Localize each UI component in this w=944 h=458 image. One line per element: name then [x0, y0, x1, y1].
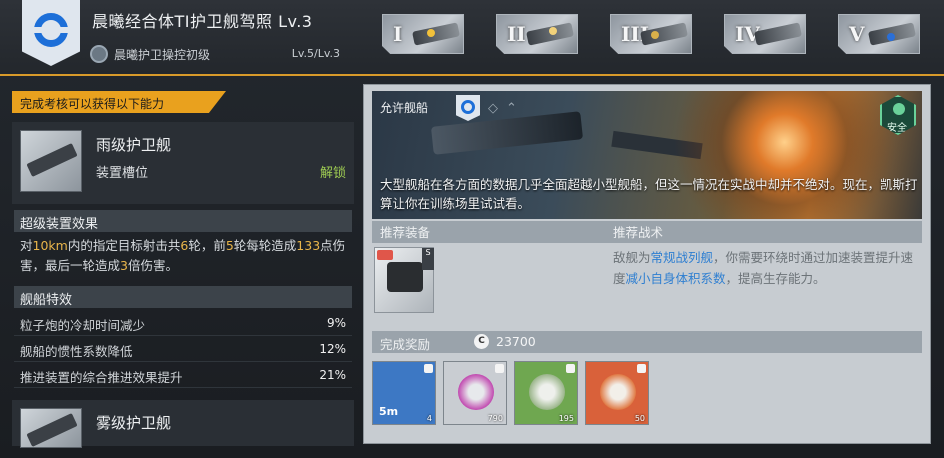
desc-text: 倍伤害。	[127, 258, 178, 273]
slot-label: 装置槽位	[96, 166, 149, 181]
tactic-text: 敌舰为常规战列舰，你需要环绕时通过加速装置提升速度减小自身体积系数，提高生存能力…	[613, 247, 925, 289]
tier-numeral: II	[507, 22, 526, 46]
reward-header-bar	[372, 331, 922, 353]
header-bar: 晨曦经合体TI护卫舰驾照 Lv.3 晨曦护卫操控初级 Lv.5/Lv.3 I I…	[0, 0, 944, 76]
ship-name: 雨级护卫舰	[96, 136, 172, 154]
desc-value: 133	[296, 238, 321, 253]
trait-label: 推进装置的综合推进效果提升	[20, 370, 183, 385]
mission-panel: 允许舰船 ◇ ⌃ 安全 大型舰船在各方面的数据几乎全面超越小型舰船，但这一情况在…	[363, 84, 931, 444]
tier-tab-2[interactable]: II	[496, 14, 578, 54]
tactic-plain: ，提高生存能力。	[725, 271, 826, 286]
license-title: 晨曦经合体TI护卫舰驾照 Lv.3	[92, 12, 313, 31]
desc-text: 轮，前	[188, 238, 226, 253]
desc-value: 5	[225, 238, 234, 253]
reward-item[interactable]: 195	[514, 361, 578, 425]
desc-value: 10km	[32, 238, 68, 253]
tactic-highlight: 常规战列舰	[650, 250, 714, 265]
lock-icon	[637, 364, 646, 373]
ship-traits-heading: 舰船特效	[14, 286, 352, 308]
chevron-up-icon[interactable]: ⌃	[506, 101, 517, 116]
mission-description: 大型舰船在各方面的数据几乎全面超越小型舰船，但这一情况在实战中却并不绝对。现在，…	[380, 177, 918, 211]
tier-dot	[651, 31, 659, 39]
equipment-grade: S	[422, 248, 434, 270]
reward-item[interactable]: 790	[443, 361, 507, 425]
lock-icon	[495, 364, 504, 373]
trait-row: 推进装置的综合推进效果提升 21%	[14, 364, 352, 388]
desc-text: 内的指定目标射击共	[67, 238, 181, 253]
preview-ship	[430, 111, 584, 155]
desc-text: 对	[20, 238, 33, 253]
ship-icon	[412, 22, 460, 46]
super-device-description: 对10km内的指定目标射击共6轮，前5轮每轮造成133点伤害，最后一轮造成3倍伤…	[20, 236, 350, 276]
desc-value: 3	[120, 258, 128, 273]
tactic-highlight: 减小自身体积系数	[625, 271, 726, 286]
trait-row: 粒子炮的冷却时间减少 9%	[14, 312, 352, 336]
item-quantity: 4	[426, 414, 432, 423]
faction-emblem-icon	[22, 0, 80, 66]
item-quantity: 195	[558, 414, 574, 423]
recommended-equipment-label: 推荐装备	[380, 225, 431, 240]
reward-item[interactable]: 50	[585, 361, 649, 425]
tactic-plain: 敌舰为	[613, 250, 651, 265]
tier-tab-5[interactable]: V	[838, 14, 920, 54]
license-screen: 晨曦经合体TI护卫舰驾照 Lv.3 晨曦护卫操控初级 Lv.5/Lv.3 I I…	[0, 0, 944, 458]
completion-reward-label: 完成奖励	[380, 337, 431, 352]
trait-label: 粒子炮的冷却时间减少	[20, 318, 146, 333]
reward-item[interactable]: 5m 4	[372, 361, 436, 425]
material-icon	[529, 374, 565, 410]
ship-card-2[interactable]: 雾级护卫舰	[12, 400, 354, 448]
item-duration: 5m	[379, 405, 399, 418]
item-quantity: 50	[634, 414, 645, 423]
skill-icon	[90, 45, 108, 63]
tier-tab-4[interactable]: IV	[724, 14, 806, 54]
trait-row: 舰船的惯性系数降低 12%	[14, 338, 352, 362]
lock-icon	[566, 364, 575, 373]
skill-name: 晨曦护卫操控初级	[114, 48, 211, 62]
equipment-tag	[377, 250, 393, 260]
tier-tab-3[interactable]: III	[610, 14, 692, 54]
recommended-equipment-item[interactable]: S	[374, 247, 434, 313]
ship-thumbnail	[20, 130, 82, 192]
tier-tab-1[interactable]: I	[382, 14, 464, 54]
ship-icon	[754, 22, 802, 46]
super-device-heading: 超级装置效果	[14, 210, 352, 232]
trait-label: 舰船的惯性系数降低	[20, 344, 133, 359]
hull-class-icon: ◇	[488, 101, 498, 116]
item-quantity: 790	[487, 414, 503, 423]
lock-icon	[424, 364, 433, 373]
ship-unlock-card[interactable]: 雨级护卫舰 装置槽位 解锁	[12, 122, 354, 204]
material-icon	[600, 374, 636, 410]
recommended-tactic-label: 推荐战术	[613, 225, 664, 240]
ship-thumbnail	[20, 408, 82, 448]
tier-dot	[887, 33, 895, 41]
reward-banner: 完成考核可以获得以下能力	[12, 91, 226, 113]
coin-icon: C	[474, 334, 489, 349]
trait-value: 21%	[319, 368, 346, 382]
trait-value: 9%	[326, 316, 346, 330]
trait-value: 12%	[319, 342, 346, 356]
skill-row: 晨曦护卫操控初级 Lv.5/Lv.3	[90, 44, 340, 66]
skill-level: Lv.5/Lv.3	[291, 47, 340, 60]
tier-dot	[549, 27, 557, 35]
reward-amount: 23700	[496, 334, 536, 349]
tier-numeral: I	[393, 22, 403, 46]
unlock-status: 解锁	[319, 166, 346, 181]
allowed-faction-icon[interactable]	[456, 95, 480, 121]
ship-name: 雾级护卫舰	[96, 414, 172, 432]
tier-dot	[427, 29, 435, 37]
desc-text: 轮每轮造成	[233, 238, 297, 253]
material-icon	[458, 374, 494, 410]
allowed-ships-label: 允许舰船	[380, 101, 429, 115]
equipment-icon	[387, 262, 423, 292]
tier-numeral: V	[849, 22, 865, 46]
mission-preview: 允许舰船 ◇ ⌃ 安全 大型舰船在各方面的数据几乎全面超越小型舰船，但这一情况在…	[372, 91, 922, 219]
